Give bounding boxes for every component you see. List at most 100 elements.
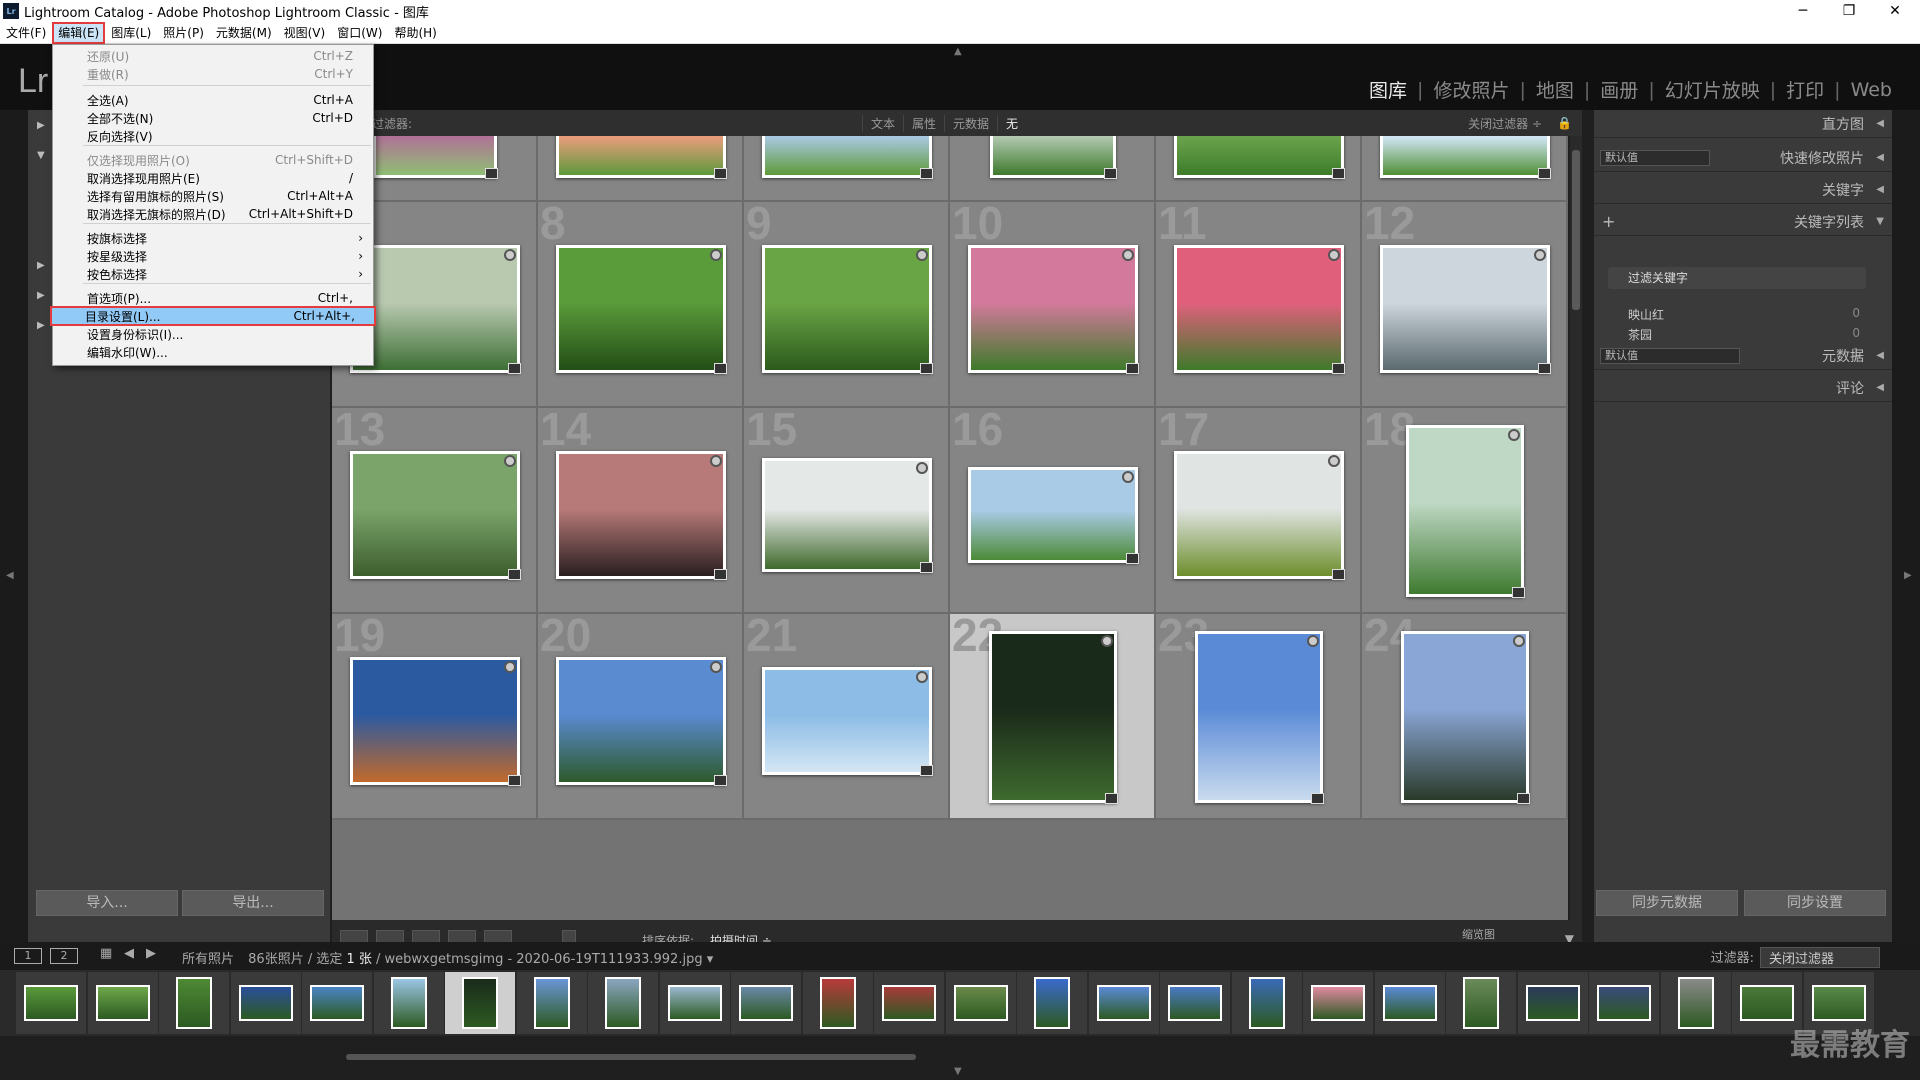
grid-scrollbar[interactable] <box>1570 136 1582 920</box>
export-button[interactable]: 导出... <box>182 890 324 916</box>
left-panel-toggle-icon[interactable]: ◀ <box>6 570 14 581</box>
filmstrip-cell[interactable] <box>1088 972 1159 1034</box>
photo-thumbnail[interactable] <box>556 245 726 373</box>
grid-cell[interactable] <box>538 136 744 202</box>
photo-thumbnail[interactable] <box>762 136 932 178</box>
photo-thumbnail[interactable] <box>968 467 1138 563</box>
comments-header[interactable]: 评论 ◀ <box>1594 374 1892 402</box>
quick-collection-marker-icon[interactable] <box>1328 455 1340 467</box>
quick-collection-marker-icon[interactable] <box>916 249 928 261</box>
right-panel-toggle-icon[interactable]: ▶ <box>1904 570 1912 581</box>
grid-cell[interactable]: 24 <box>1362 609 1568 820</box>
module-4[interactable]: 幻灯片放映 <box>1655 76 1770 103</box>
filmstrip-thumbnail[interactable] <box>1248 977 1285 1029</box>
filmstrip-thumbnail[interactable] <box>667 985 722 1021</box>
edit-menu-item-2[interactable]: 全选(A) Ctrl+A <box>53 91 373 109</box>
filmstrip-cell[interactable] <box>659 972 730 1034</box>
menu-item-0[interactable]: 文件(F) <box>0 22 52 44</box>
grid-icon[interactable]: ▦ <box>100 946 112 961</box>
navigator-expand-icon[interactable]: ▶ <box>37 120 45 131</box>
edit-menu-item-11[interactable]: 按色标选择 › <box>53 265 373 283</box>
quick-collection-marker-icon[interactable] <box>504 661 516 673</box>
edit-menu-item-7[interactable]: 选择有留用旗标的照片(S) Ctrl+Alt+A <box>53 187 373 205</box>
filmstrip-cell[interactable] <box>1303 972 1373 1034</box>
histogram-header[interactable]: 直方图 ◀ <box>1594 110 1892 138</box>
filmstrip-cell[interactable] <box>1589 972 1659 1034</box>
quick-collection-marker-icon[interactable] <box>1328 249 1340 261</box>
filmstrip-thumbnail[interactable] <box>1525 985 1580 1021</box>
filmstrip-thumbnail[interactable] <box>533 977 570 1029</box>
quick-collection-marker-icon[interactable] <box>916 462 928 474</box>
photo-thumbnail[interactable] <box>1174 245 1344 373</box>
quick-collection-marker-icon[interactable] <box>1513 635 1525 647</box>
quick-collection-marker-icon[interactable] <box>1508 429 1520 441</box>
filter-tab-3[interactable]: 无 <box>997 114 1026 132</box>
quick-collection-marker-icon[interactable] <box>504 455 516 467</box>
filmstrip-cell[interactable] <box>302 972 372 1034</box>
top-panel-toggle-icon[interactable]: ▲ <box>954 46 962 57</box>
filmstrip-scrollbar[interactable] <box>346 1054 916 1060</box>
filmstrip-cell[interactable] <box>16 972 86 1034</box>
filmstrip-thumbnail[interactable] <box>1811 985 1866 1021</box>
edit-menu-item-3[interactable]: 全部不选(N) Ctrl+D <box>53 109 373 127</box>
quick-collection-marker-icon[interactable] <box>710 249 722 261</box>
filmstrip-thumbnail[interactable] <box>1382 985 1437 1021</box>
filmstrip-thumbnail[interactable] <box>1740 985 1794 1021</box>
photo-thumbnail[interactable] <box>373 136 497 178</box>
filmstrip-thumbnail[interactable] <box>1168 985 1222 1021</box>
menu-item-7[interactable]: 帮助(H) <box>388 22 442 44</box>
keyword-filter-input[interactable]: 过滤关键字 <box>1608 267 1866 289</box>
photo-thumbnail[interactable] <box>350 657 520 785</box>
module-5[interactable]: 打印 <box>1776 76 1834 103</box>
filmstrip-thumbnail[interactable] <box>953 985 1008 1021</box>
filter-tab-2[interactable]: 元数据 <box>944 114 997 132</box>
filmstrip-cell[interactable] <box>1374 972 1445 1034</box>
photo-thumbnail[interactable] <box>1195 631 1323 803</box>
maximize-button[interactable]: ❐ <box>1826 0 1872 22</box>
edit-menu-item-5[interactable]: 仅选择现用照片(O) Ctrl+Shift+D <box>53 151 373 169</box>
quick-develop-header[interactable]: 默认值 快速修改照片 ◀ <box>1594 144 1892 172</box>
module-0[interactable]: 图库 <box>1359 76 1417 103</box>
photo-thumbnail[interactable] <box>968 245 1138 373</box>
right-panel-edge[interactable]: ▶ <box>1892 110 1920 986</box>
photo-thumbnail[interactable] <box>1174 451 1344 579</box>
menu-item-3[interactable]: 照片(P) <box>157 22 210 44</box>
grid-cell[interactable]: 19 <box>332 609 538 820</box>
edit-menu-item-9[interactable]: 按旗标选择 › <box>53 229 373 247</box>
lock-icon[interactable]: 🔒 <box>1557 116 1572 130</box>
sync-settings-button[interactable]: 同步设置 <box>1744 890 1886 916</box>
menu-item-6[interactable]: 窗口(W) <box>331 22 388 44</box>
photo-thumbnail[interactable] <box>762 458 932 572</box>
quick-collection-marker-icon[interactable] <box>710 661 722 673</box>
grid-cell[interactable]: 17 <box>1156 403 1362 614</box>
filmstrip-source[interactable]: 所有照片 86张照片 / 选定 1 张 / webwxgetmsgimg - 2… <box>182 948 713 967</box>
grid-cell[interactable] <box>1156 136 1362 202</box>
filmstrip-cell[interactable] <box>874 972 944 1034</box>
quick-collection-marker-icon[interactable] <box>1534 249 1546 261</box>
grid-cell[interactable]: 8 <box>538 197 744 408</box>
grid-cell[interactable]: 16 <box>950 403 1156 614</box>
filmstrip-cell[interactable] <box>159 972 229 1034</box>
module-3[interactable]: 画册 <box>1590 76 1648 103</box>
filmstrip-thumbnail[interactable] <box>1034 977 1070 1029</box>
filmstrip-cell[interactable] <box>516 972 587 1034</box>
photo-thumbnail[interactable] <box>1380 136 1550 178</box>
filmstrip-cell[interactable] <box>1017 972 1087 1034</box>
keywording-header[interactable]: 关键字 ◀ <box>1594 176 1892 204</box>
quick-collection-marker-icon[interactable] <box>504 249 516 261</box>
grid-cell[interactable]: 13 <box>332 403 538 614</box>
sync-metadata-button[interactable]: 同步元数据 <box>1596 890 1738 916</box>
photo-thumbnail[interactable] <box>762 667 932 775</box>
grid-cell[interactable]: 10 <box>950 197 1156 408</box>
edit-menu-item-4[interactable]: 反向选择(V) <box>53 127 373 145</box>
quick-collection-marker-icon[interactable] <box>710 455 722 467</box>
filmstrip-thumbnail[interactable] <box>95 985 150 1021</box>
import-button[interactable]: 导入... <box>36 890 178 916</box>
filmstrip-thumbnail[interactable] <box>1677 977 1714 1029</box>
add-keyword-icon[interactable]: + <box>1602 212 1615 231</box>
edit-menu-item-1[interactable]: 重做(R) Ctrl+Y <box>53 65 373 83</box>
photo-thumbnail[interactable] <box>1406 425 1524 597</box>
grid-cell[interactable]: 22 <box>950 609 1156 820</box>
publish-expand-icon[interactable]: ▶ <box>37 320 45 331</box>
grid-cell[interactable] <box>1362 136 1568 202</box>
